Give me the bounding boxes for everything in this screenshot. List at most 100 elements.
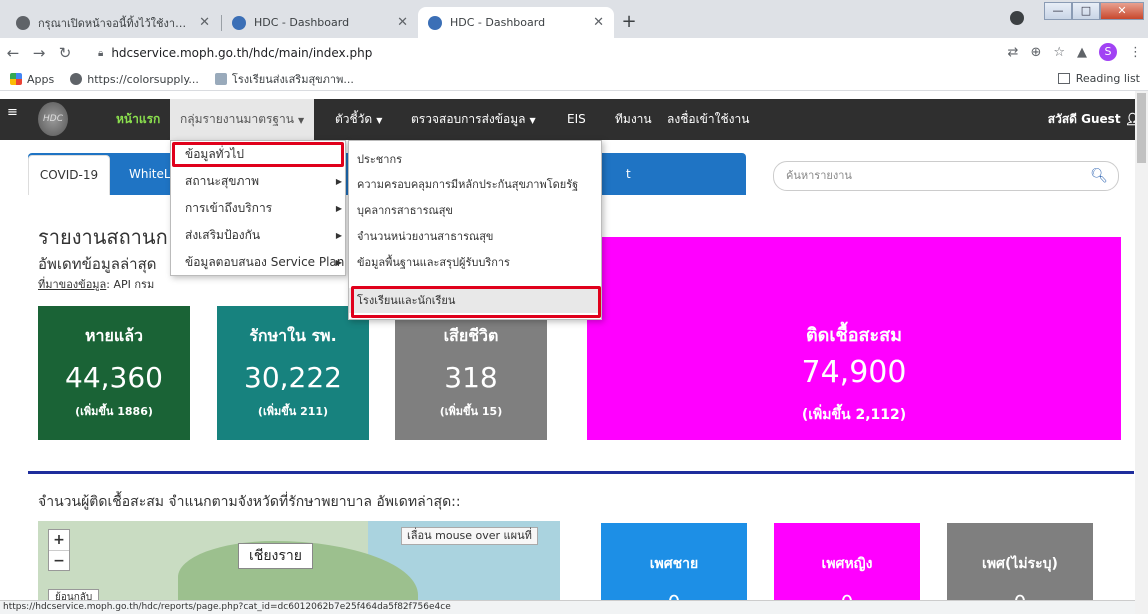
caret-down-icon: ▼ [529, 116, 536, 125]
bookmark-label: Apps [27, 72, 55, 86]
bookmark-label: โรงเรียนส่งเสริมสุขภาพ... [231, 73, 354, 86]
maximize-button[interactable]: □ [1072, 2, 1100, 20]
card-value: 44,360 [65, 361, 163, 394]
card-label: เสียชีวิต [443, 326, 499, 345]
bookmark-colorsupply[interactable]: https://colorsupply... [70, 73, 199, 86]
minimize-button[interactable]: — [1044, 2, 1072, 20]
url-text: hdcservice.moph.go.th/hdc/main/index.php [111, 46, 373, 60]
card-value: 318 [444, 361, 498, 394]
nav-label: ตรวจสอบการส่งข้อมูล [411, 112, 526, 126]
data-source: ที่มาของข้อมูล: API กรม [38, 275, 154, 293]
hdc-favicon-icon [232, 15, 246, 30]
menu-item-service-access[interactable]: การเข้าถึงบริการ ▶ [171, 195, 347, 222]
card-increase: (เพิ่มขึ้น 1886) [75, 405, 153, 418]
hdc-favicon-icon [428, 15, 442, 30]
scrollbar-thumb[interactable] [1137, 93, 1146, 163]
search-placeholder: ค้นหารายงาน [786, 169, 852, 182]
bookmark-apps[interactable]: Apps [10, 73, 54, 86]
tab-covid19[interactable]: COVID-19 [28, 155, 110, 195]
user-greeting[interactable]: สวัสดี Guest 👤︎ [1048, 99, 1140, 140]
report-search-input[interactable]: ค้นหารายงาน 🔍︎ [773, 161, 1119, 191]
card-label: ติดเชื้อสะสม [805, 325, 903, 346]
nav-home[interactable]: หน้าแรก [116, 99, 160, 140]
lab-flask-icon[interactable]: ▲ [1077, 45, 1087, 60]
source-label[interactable]: ที่มาของข้อมูล [38, 278, 106, 291]
search-icon[interactable]: 🔍︎ [1090, 162, 1108, 190]
back-arrow-icon[interactable]: ← [0, 44, 26, 62]
reading-list-label: Reading list [1075, 72, 1140, 85]
chrome-favicon-icon [16, 15, 30, 30]
menu-item-health-status[interactable]: สถานะสุขภาพ ▶ [171, 168, 347, 195]
nav-eis[interactable]: EIS [567, 99, 586, 140]
tab-whitelist[interactable]: WhiteL [129, 155, 171, 195]
general-info-submenu: ประชากร ความครอบคลุมการมีหลักประกันสุขภา… [348, 140, 602, 320]
deaths-card: เสียชีวิต 318 (เพิ่มขึ้น 15) [395, 306, 547, 440]
tab-title: กรุณาเปิดหน้าจอนี้ทิ้งไว้ใช้งาน Inter [38, 16, 191, 30]
zoom-icon[interactable]: ⊕ [1030, 45, 1041, 60]
menu-label: การเข้าถึงบริการ [185, 201, 273, 215]
close-window-button[interactable]: ✕ [1100, 2, 1144, 20]
caret-right-icon: ▶ [335, 231, 342, 240]
report-title: รายงานสถานก [38, 225, 168, 249]
new-tab-button[interactable]: + [617, 11, 641, 35]
caret-down-icon: ▼ [376, 116, 383, 125]
address-bar-actions: ⇄ ⊕ ☆ ▲ S ⋮ [1008, 43, 1142, 61]
hamburger-menu-icon[interactable]: ≡ [7, 105, 18, 120]
nav-indicators[interactable]: ตัวชี้วัด ▼ [335, 99, 382, 140]
caret-right-icon: ▶ [335, 177, 342, 186]
close-tab-icon[interactable]: ✕ [397, 15, 408, 30]
nav-login[interactable]: ลงชื่อเข้าใช้งาน [667, 99, 749, 140]
nav-team[interactable]: ทีมงาน [615, 99, 652, 140]
section-divider [28, 471, 1134, 474]
caret-right-icon: ▶ [335, 258, 342, 267]
card-value: 30,222 [244, 361, 342, 394]
nav-label: ตัวชี้วัด [335, 112, 373, 126]
browser-tab[interactable]: กรุณาเปิดหน้าจอนี้ทิ้งไว้ใช้งาน Inter ✕ [6, 7, 220, 38]
close-tab-icon[interactable]: ✕ [593, 15, 604, 30]
card-increase: (เพิ่มขึ้น 211) [257, 405, 329, 418]
browser-tab-active[interactable]: HDC - Dashboard ✕ [418, 7, 614, 38]
greeting-text: สวัสดี Guest [1047, 112, 1121, 126]
nav-label: กลุ่มรายงานมาตรฐาน [180, 112, 294, 126]
submenu-item-basic-data[interactable]: ข้อมูลพื้นฐานและสรุปผู้รับบริการ [349, 250, 601, 275]
tab-truncated[interactable]: t [626, 155, 631, 195]
tab-title: HDC - Dashboard [254, 16, 350, 29]
card-label: เพศชาย [649, 556, 699, 572]
submenu-item-health-personnel[interactable]: บุคลากรสาธารณสุข [349, 198, 601, 223]
address-bar-row: ← → ↻ 🔒︎ hdcservice.moph.go.th/hdc/main/… [0, 38, 1148, 68]
more-menu-icon[interactable]: ⋮ [1129, 45, 1142, 60]
map-province-label: เชียงราย [238, 543, 313, 569]
reading-list-button[interactable]: Reading list [1057, 72, 1140, 85]
browser-tab[interactable]: HDC - Dashboard ✕ [222, 7, 418, 38]
hdc-logo[interactable]: HDC [38, 102, 68, 136]
caret-right-icon: ▶ [335, 204, 342, 213]
nav-data-check[interactable]: ตรวจสอบการส่งข้อมูล ▼ [411, 99, 536, 140]
bookmark-school[interactable]: โรงเรียนส่งเสริมสุขภาพ... [214, 70, 354, 88]
url-field[interactable]: 🔒︎ hdcservice.moph.go.th/hdc/main/index.… [98, 42, 958, 64]
hospitalized-card: รักษาใน รพ. 30,222 (เพิ่มขึ้น 211) [217, 306, 369, 440]
card-increase: (เพิ่มขึ้น 2,112) [801, 407, 907, 423]
reload-icon[interactable]: ↻ [52, 44, 78, 62]
profile-avatar[interactable]: S [1099, 43, 1117, 61]
bookmarks-bar: Apps https://colorsupply... โรงเรียนส่งเ… [0, 68, 1148, 91]
page-viewport: ≡ HDC หน้าแรก กลุ่มรายงานมาตรฐาน ▼ ตัวชี้… [0, 91, 1148, 614]
menu-item-service-plan[interactable]: ข้อมูลตอบสนอง Service Plan ▶ [171, 249, 347, 276]
chrome-profile-icon[interactable] [1010, 11, 1024, 25]
zoom-out-button[interactable]: − [49, 550, 69, 570]
zoom-in-button[interactable]: + [49, 530, 69, 550]
submenu-item-population[interactable]: ประชากร [349, 147, 601, 172]
menu-item-prevention[interactable]: ส่งเสริมป้องกัน ▶ [171, 222, 347, 249]
nav-standard-reports[interactable]: กลุ่มรายงานมาตรฐาน ▼ [170, 99, 315, 140]
highlight-box [351, 286, 601, 318]
translate-icon[interactable]: ⇄ [1008, 45, 1019, 60]
cumulative-infected-card: ติดเชื้อสะสม 74,900 (เพิ่มขึ้น 2,112) [587, 237, 1121, 440]
close-tab-icon[interactable]: ✕ [199, 15, 210, 30]
submenu-item-health-units[interactable]: จำนวนหน่วยงานสาธารณสุข [349, 224, 601, 249]
lock-icon[interactable]: 🔒︎ [98, 48, 103, 59]
forward-arrow-icon[interactable]: → [26, 44, 52, 62]
vertical-scrollbar[interactable] [1135, 91, 1148, 614]
submenu-item-insurance-coverage[interactable]: ความครอบคลุมการมีหลักประกันสุขภาพโดยรัฐ [349, 172, 601, 197]
bookmark-label: https://colorsupply... [87, 72, 199, 86]
site-navbar: ≡ HDC หน้าแรก กลุ่มรายงานมาตรฐาน ▼ ตัวชี้… [0, 99, 1148, 140]
star-icon[interactable]: ☆ [1053, 45, 1065, 60]
